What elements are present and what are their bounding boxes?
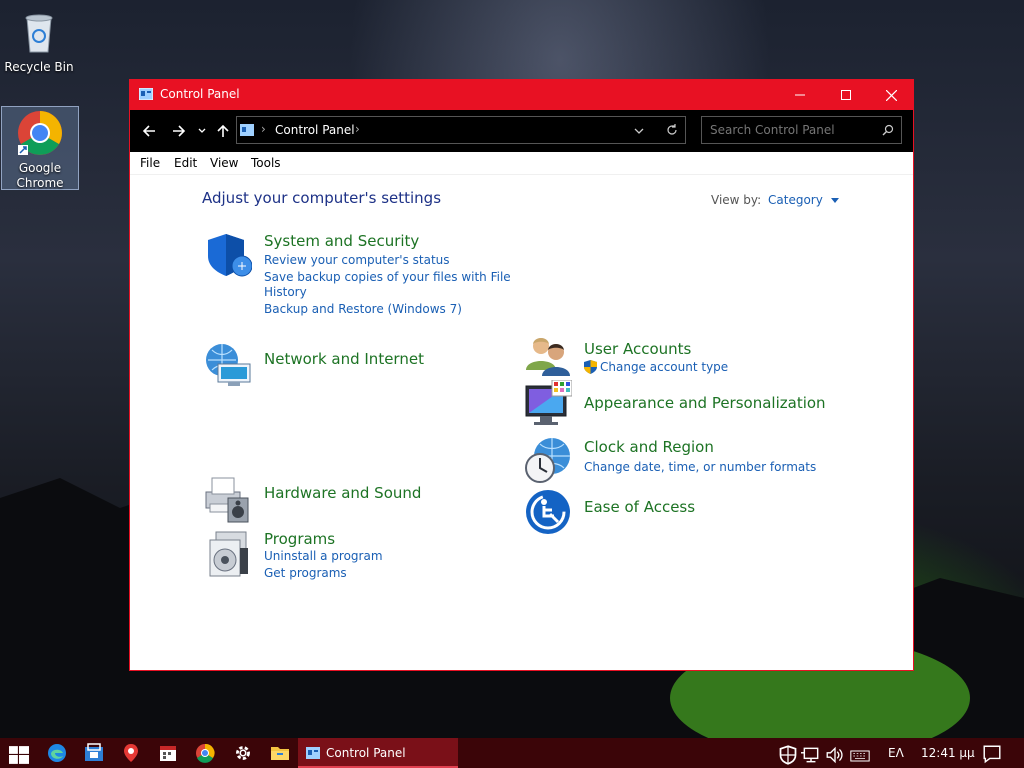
taskbar: Control Panel ΕΛ 12:41 μμ xyxy=(0,738,1024,768)
recycle-bin-icon xyxy=(15,8,63,56)
refresh-icon[interactable] xyxy=(666,124,678,136)
maps-icon[interactable] xyxy=(121,743,141,763)
network-icon[interactable] xyxy=(801,745,821,765)
change-account-type-link[interactable]: Change account type xyxy=(600,360,728,374)
dropdown-triangle-icon xyxy=(830,198,839,203)
store-icon[interactable] xyxy=(84,743,104,763)
touch-keyboard-icon[interactable] xyxy=(850,746,870,766)
navigation-bar: › Control Panel › xyxy=(130,110,913,152)
network-internet-title[interactable]: Network and Internet xyxy=(264,350,424,368)
windows-start-icon[interactable] xyxy=(9,745,29,765)
programs-title[interactable]: Programs xyxy=(264,530,335,548)
page-title: Adjust your computer's settings xyxy=(202,189,442,207)
close-icon xyxy=(885,89,897,101)
calendar-icon[interactable] xyxy=(158,743,178,763)
taskbar-control-panel-label: Control Panel xyxy=(326,746,406,760)
up-arrow-icon[interactable] xyxy=(215,123,231,139)
system-clock[interactable]: 12:41 μμ xyxy=(921,746,975,760)
control-panel-window: Control Panel › Control Panel › Search C… xyxy=(129,79,914,671)
maximize-button[interactable] xyxy=(823,80,869,110)
search-input[interactable] xyxy=(708,122,872,138)
system-security-title[interactable]: System and Security xyxy=(264,232,419,250)
taskbar-control-panel-button[interactable]: Control Panel xyxy=(298,738,458,768)
recent-locations-chevron-icon[interactable] xyxy=(198,127,206,135)
printer-speaker-icon xyxy=(205,477,249,523)
category-ease-of-access: Ease of Access xyxy=(524,488,824,536)
chrome-label-line2: Chrome xyxy=(16,176,64,190)
ease-of-access-icon xyxy=(526,490,570,534)
category-user-accounts: User Accounts Change account type xyxy=(524,332,824,380)
control-panel-icon xyxy=(139,88,153,100)
save-backup-link-continued[interactable]: History xyxy=(264,285,307,299)
uac-shield-icon xyxy=(584,360,597,374)
appearance-personalization-title[interactable]: Appearance and Personalization xyxy=(584,394,826,412)
edge-browser-icon[interactable] xyxy=(47,743,67,763)
menu-tools[interactable]: Tools xyxy=(251,156,281,170)
uninstall-program-link[interactable]: Uninstall a program xyxy=(264,549,383,563)
chrome-icon xyxy=(16,109,64,157)
category-system-security: System and Security Review your computer… xyxy=(204,232,511,316)
control-panel-small-icon xyxy=(240,124,254,136)
category-appearance-personalization: Appearance and Personalization xyxy=(524,380,844,428)
action-center-icon[interactable] xyxy=(982,744,1002,764)
view-by-dropdown[interactable]: Category xyxy=(768,193,839,207)
minimize-button[interactable] xyxy=(777,80,823,110)
category-clock-region: Clock and Region Change date, time, or n… xyxy=(524,436,844,484)
control-panel-taskbar-icon xyxy=(306,747,320,759)
display-palette-icon xyxy=(525,380,572,425)
breadcrumb-control-panel[interactable]: Control Panel xyxy=(275,123,355,137)
title-bar[interactable]: Control Panel xyxy=(130,80,913,110)
menu-bar: File Edit View Tools xyxy=(130,152,913,175)
network-globe-icon xyxy=(206,344,251,386)
search-box[interactable] xyxy=(701,116,902,144)
forward-arrow-icon[interactable] xyxy=(171,123,187,139)
change-date-time-formats-link[interactable]: Change date, time, or number formats xyxy=(584,460,816,474)
ease-of-access-title[interactable]: Ease of Access xyxy=(584,498,695,516)
recycle-bin-shortcut[interactable]: Recycle Bin xyxy=(1,2,77,75)
window-title: Control Panel xyxy=(160,87,240,101)
get-programs-link[interactable]: Get programs xyxy=(264,566,347,580)
shield-icon xyxy=(208,234,252,277)
backup-restore-link[interactable]: Backup and Restore (Windows 7) xyxy=(264,302,462,316)
user-accounts-title[interactable]: User Accounts xyxy=(584,340,691,358)
view-by-label: View by: xyxy=(711,193,762,207)
volume-icon[interactable] xyxy=(825,745,845,765)
menu-edit[interactable]: Edit xyxy=(174,156,197,170)
address-bar[interactable]: › Control Panel › xyxy=(236,116,686,144)
file-explorer-icon[interactable] xyxy=(270,743,290,763)
clock-region-title[interactable]: Clock and Region xyxy=(584,438,714,456)
maximize-icon xyxy=(841,90,851,100)
back-arrow-icon[interactable] xyxy=(141,123,157,139)
content-area: Adjust your computer's settings View by:… xyxy=(130,174,913,670)
breadcrumb-separator-icon: › xyxy=(261,122,266,136)
close-button[interactable] xyxy=(868,80,914,110)
settings-gear-icon[interactable] xyxy=(233,743,253,763)
programs-disc-icon xyxy=(209,531,248,577)
chrome-taskbar-icon[interactable] xyxy=(195,743,215,763)
users-icon xyxy=(526,338,570,376)
hardware-sound-title[interactable]: Hardware and Sound xyxy=(264,484,421,502)
category-network-internet: Network and Internet xyxy=(204,342,504,390)
minimize-icon xyxy=(795,94,805,96)
menu-view[interactable]: View xyxy=(210,156,238,170)
review-status-link[interactable]: Review your computer's status xyxy=(264,253,450,267)
google-chrome-shortcut[interactable]: Google Chrome xyxy=(1,106,79,190)
recycle-bin-label: Recycle Bin xyxy=(4,60,74,74)
category-programs: Programs Uninstall a program Get program… xyxy=(204,530,504,580)
address-dropdown-icon[interactable] xyxy=(634,127,644,135)
category-hardware-sound: Hardware and Sound xyxy=(204,476,504,524)
security-shield-icon[interactable] xyxy=(778,745,798,765)
save-backup-link[interactable]: Save backup copies of your files with Fi… xyxy=(264,270,511,284)
breadcrumb-chevron-icon[interactable]: › xyxy=(355,122,360,136)
search-icon[interactable] xyxy=(882,124,894,136)
clock-globe-icon xyxy=(525,438,570,483)
chrome-label-line1: Google xyxy=(18,161,62,175)
view-by-value: Category xyxy=(768,193,823,207)
menu-file[interactable]: File xyxy=(140,156,160,170)
language-indicator[interactable]: ΕΛ xyxy=(888,746,904,760)
